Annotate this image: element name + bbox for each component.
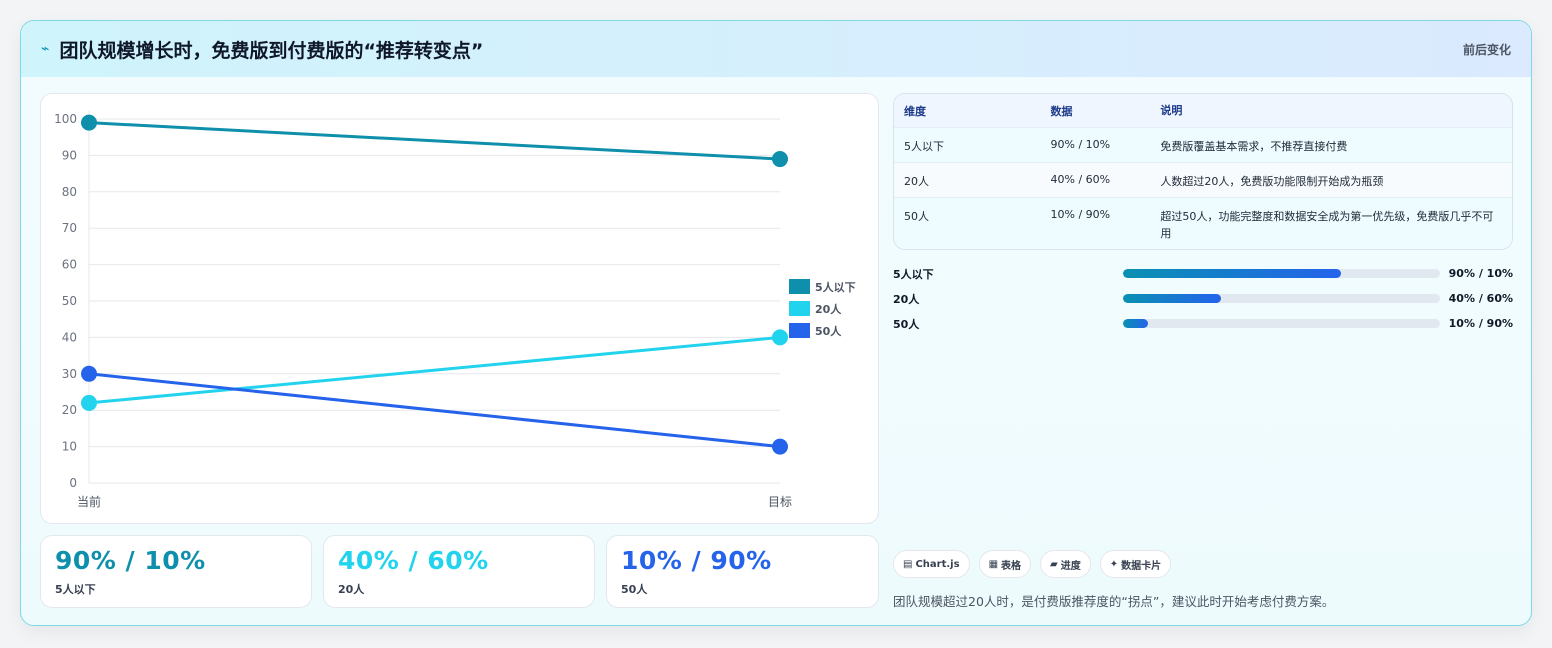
legend-swatch: [789, 323, 810, 338]
data-point: [81, 394, 97, 411]
y-tick-label: 100: [54, 112, 77, 126]
data-point: [81, 114, 97, 131]
progress-label: 5人以下: [893, 267, 934, 281]
chip-chartjs[interactable]: ▤ Chart.js: [893, 550, 970, 578]
chip-label: Chart.js: [915, 558, 960, 570]
table-cell: 50人: [904, 210, 929, 223]
progress-row: 50人 10% / 90%: [893, 311, 1513, 336]
data-point: [772, 151, 788, 168]
kpi-card-50-people: 10% / 90% 50人: [606, 535, 879, 608]
table-row: 50人 10% / 90% 超过50人，功能完整度和数据安全成为第一优先级，免费…: [894, 197, 1512, 249]
table-cell: 超过50人，功能完整度和数据安全成为第一优先级，免费版几乎不可用: [1160, 210, 1494, 240]
column-header: 说明: [1160, 104, 1183, 117]
table-cell: 人数超过20人，免费版功能限制开始成为瓶颈: [1160, 175, 1384, 188]
series-line: [88, 335, 781, 405]
before-after-label: 前后变化: [1462, 42, 1511, 57]
data-point: [81, 365, 97, 382]
progress-fill: [1122, 294, 1222, 303]
x-tick-label: 当前: [77, 494, 101, 509]
kpi-label: 50人: [621, 583, 648, 596]
table-cell: 20人: [904, 175, 929, 188]
legend-label: 50人: [815, 324, 842, 338]
progress-track: [1122, 269, 1440, 278]
kpi-label: 20人: [338, 583, 365, 596]
legend-label: 5人以下: [815, 280, 856, 294]
progress-value: 90% / 10%: [1448, 267, 1513, 280]
table-cell: 10% / 90%: [1050, 208, 1111, 221]
main-panel: ⌁ 团队规模增长时，免费版到付费版的“推荐转变点” 前后变化 0 10 20 30 40…: [20, 20, 1532, 626]
chip-label: 进度: [1060, 560, 1081, 572]
kpi-card-small-team: 90% / 10% 5人以下: [40, 535, 312, 608]
chip-data-card[interactable]: ✦ 数据卡片: [1099, 550, 1172, 578]
progress-value: 40% / 60%: [1448, 292, 1513, 305]
table-header-row: 维度 数据 说明: [894, 94, 1512, 127]
kpi-label: 5人以下: [55, 583, 96, 596]
table-row: 5人以下 90% / 10% 免费版覆盖基本需求，不推荐直接付费: [894, 127, 1512, 162]
chip-table[interactable]: ▦ 表格: [978, 550, 1032, 578]
data-point: [772, 329, 788, 346]
y-tick-label: 30: [62, 367, 77, 381]
table-cell: 90% / 10%: [1050, 138, 1111, 151]
table-cell: 40% / 60%: [1050, 173, 1111, 186]
y-tick-label: 70: [62, 221, 77, 235]
table-cell: 免费版覆盖基本需求，不推荐直接付费: [1160, 140, 1348, 153]
kpi-value: 90% / 10%: [55, 546, 206, 575]
progress-row: 5人以下 90% / 10%: [893, 261, 1513, 286]
footnote: 团队规模超过20人时，是付费版推荐度的“拐点”，建议此时开始考虑付费方案。: [893, 594, 1335, 609]
progress-label: 20人: [893, 292, 920, 306]
progress-value: 10% / 90%: [1448, 317, 1513, 330]
progress-icon: ▰: [1050, 558, 1058, 570]
legend-swatch: [789, 301, 810, 316]
chip-group: ▤ Chart.js ▦ 表格 ▰ 进度 ✦ 数据卡片: [893, 550, 1172, 578]
x-tick-label: 目标: [768, 495, 792, 509]
y-tick-label: 90: [62, 148, 77, 162]
y-tick-label: 50: [62, 294, 77, 308]
chip-label: 数据卡片: [1121, 560, 1162, 572]
page-title: 团队规模增长时，免费版到付费版的“推荐转变点”: [59, 39, 484, 62]
lightning-icon: ⌁: [41, 41, 50, 57]
progress-track: [1122, 319, 1440, 328]
progress-fill: [1122, 269, 1342, 278]
table-cell: 5人以下: [904, 140, 944, 153]
progress-fill: [1122, 319, 1149, 328]
sparkle-icon: ✦: [1109, 558, 1119, 570]
progress-row: 20人 40% / 60%: [893, 286, 1513, 311]
y-tick-label: 0: [69, 476, 77, 490]
chart-icon: ▤: [903, 558, 913, 570]
column-header: 维度: [904, 104, 926, 118]
progress-label: 50人: [893, 317, 920, 331]
y-tick-label: 80: [62, 185, 77, 199]
table-icon: ▦: [988, 558, 999, 570]
series-line: [88, 121, 781, 161]
y-tick-label: 20: [62, 403, 77, 417]
y-tick-label: 40: [62, 330, 77, 344]
kpi-card-20-people: 40% / 60% 20人: [323, 535, 595, 608]
y-tick-label: 60: [62, 258, 77, 272]
kpi-value: 40% / 60%: [338, 546, 489, 575]
chip-progress[interactable]: ▰ 进度: [1040, 550, 1091, 578]
progress-list: 5人以下 90% / 10% 20人 40% / 60% 50人 10% / 9…: [893, 261, 1513, 336]
column-header: 数据: [1050, 104, 1073, 118]
legend-swatch: [789, 279, 810, 294]
table-row: 20人 40% / 60% 人数超过20人，免费版功能限制开始成为瓶颈: [894, 162, 1512, 197]
data-point: [772, 438, 788, 455]
kpi-value: 10% / 90%: [621, 546, 772, 575]
data-table: 维度 数据 说明 5人以下 90% / 10% 免费版覆盖基本需求，不推荐直接付…: [893, 93, 1513, 250]
chip-label: 表格: [1001, 560, 1022, 572]
y-tick-label: 10: [62, 440, 77, 454]
progress-track: [1122, 294, 1440, 303]
legend-label: 20人: [815, 302, 842, 316]
panel-header: ⌁ 团队规模增长时，免费版到付费版的“推荐转变点” 前后变化: [21, 21, 1531, 77]
title-wrap: ⌁ 团队规模增长时，免费版到付费版的“推荐转变点”: [41, 36, 483, 63]
line-chart: 0 10 20 30 40 50 60 70 80 90 100 当前 目标 5人以下 20人 50人: [54, 111, 856, 509]
line-chart-card: 0 10 20 30 40 50 60 70 80 90 100 当前 目标 5人以下 20人 50人: [40, 93, 879, 524]
